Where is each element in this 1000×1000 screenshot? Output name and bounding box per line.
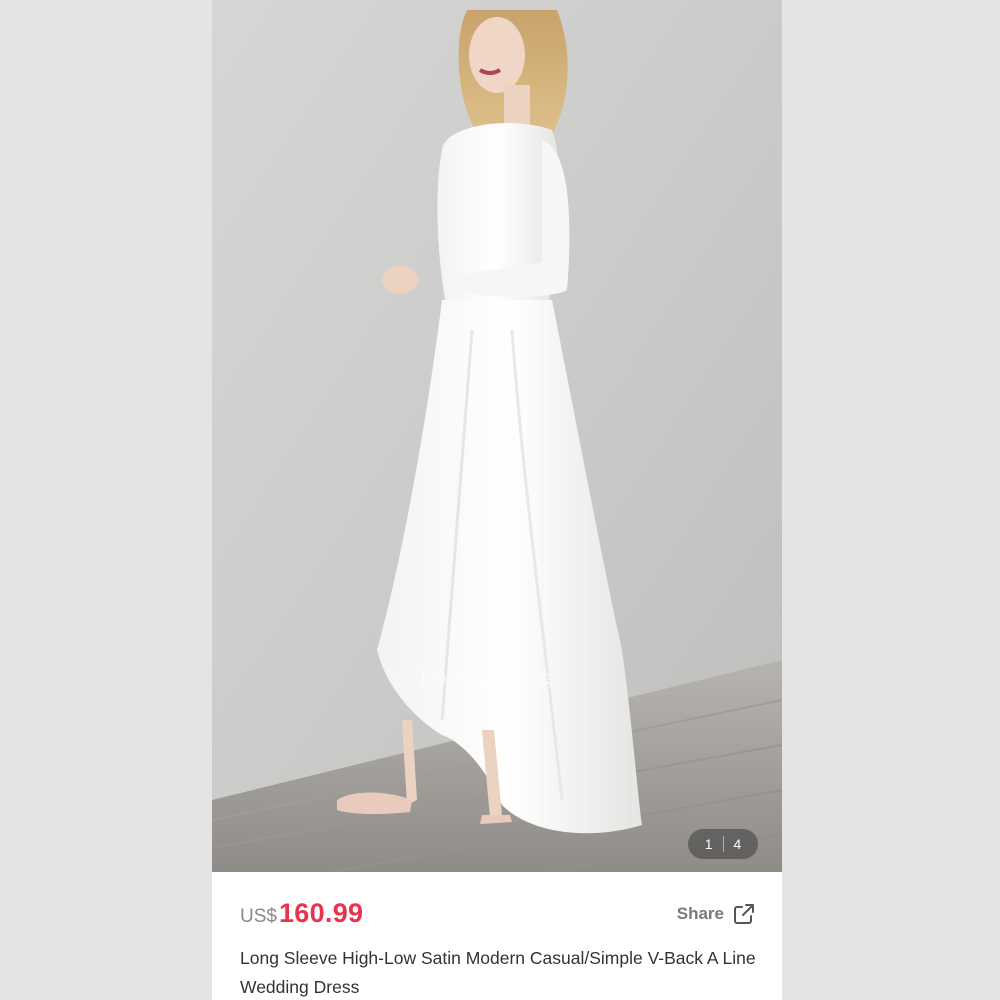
product-image[interactable]: ♡ Dorriswedding 1 4	[212, 0, 782, 872]
watermark-text: Dorriswedding	[419, 664, 552, 689]
price-value: 160.99	[278, 898, 364, 928]
gallery-counter: 1 4	[688, 829, 758, 859]
gallery-total: 4	[733, 836, 742, 852]
product-title[interactable]: Long Sleeve High-Low Satin Modern Casual…	[240, 944, 760, 1000]
share-label: Share	[676, 904, 724, 923]
heart-logo-icon: ♡	[394, 664, 414, 689]
product-info-panel: US$ 160.99 Share Long Sleeve High-Low Sa…	[212, 872, 782, 1000]
currency-label: US$	[240, 906, 277, 927]
price-row: US$ 160.99	[240, 898, 363, 929]
dress-photo-illustration	[212, 0, 782, 872]
share-icon	[734, 904, 754, 924]
watermark: ♡ Dorriswedding	[394, 664, 552, 690]
share-button[interactable]: Share	[677, 902, 756, 926]
gallery-counter-divider	[722, 836, 724, 852]
gallery-current: 1	[704, 836, 713, 852]
product-detail-screen: ♡ Dorriswedding 1 4 US$ 160.99 Share Lon…	[212, 0, 782, 1000]
